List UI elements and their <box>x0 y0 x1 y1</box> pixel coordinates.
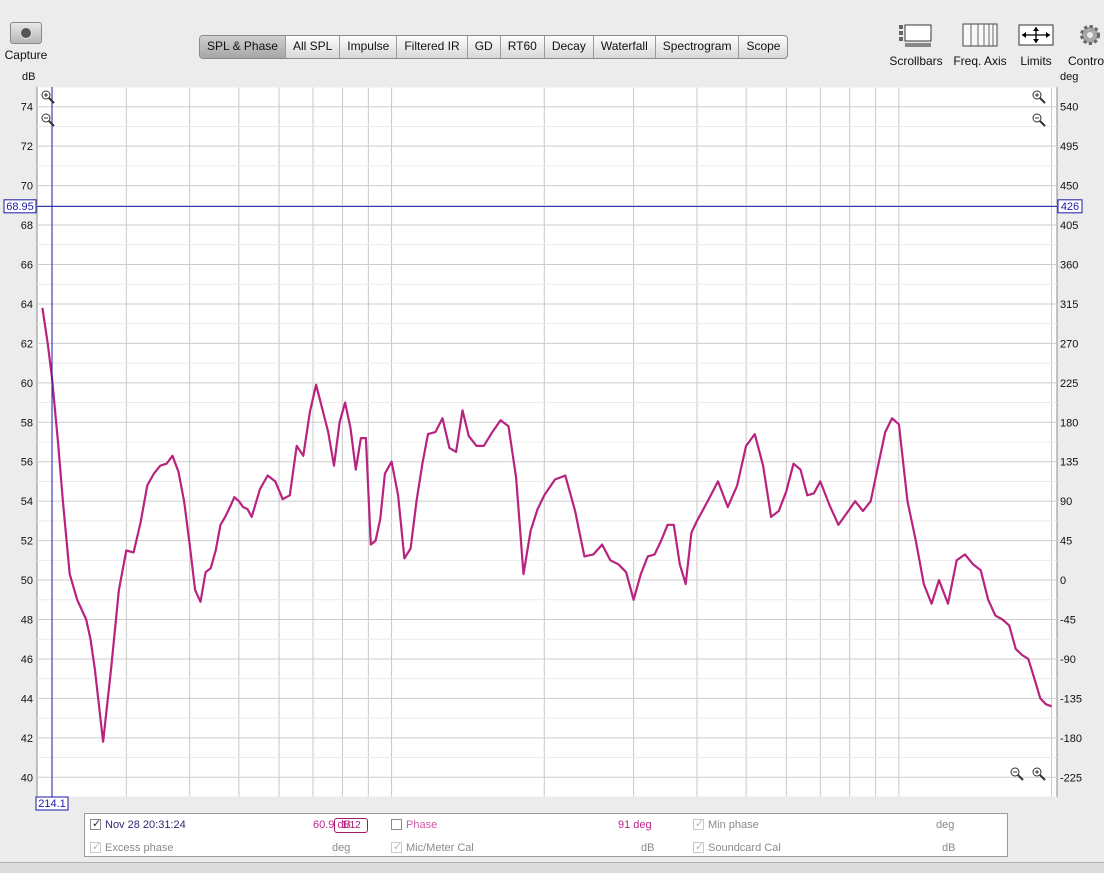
y-tick-label: 68 <box>21 220 33 232</box>
scrollbars-icon <box>899 24 932 47</box>
min-phase-entry[interactable]: Min phase <box>693 817 759 832</box>
y2-tick-label: 405 <box>1060 220 1078 232</box>
y-tick-label: 60 <box>21 378 33 390</box>
y-tick-label: 70 <box>21 181 33 193</box>
phase-entry[interactable]: Phase <box>391 818 437 832</box>
phase-value: 91 deg <box>618 819 652 831</box>
mic-cal-label: Mic/Meter Cal <box>406 842 474 854</box>
left-axis-unit: dB <box>22 71 36 83</box>
y-tick-label: 64 <box>21 299 33 311</box>
y-tick-label: 54 <box>21 496 33 508</box>
y2-tick-label: 90 <box>1060 496 1072 508</box>
min-phase-checkbox[interactable] <box>693 817 704 831</box>
camera-icon <box>10 22 42 44</box>
tab-filtered-ir[interactable]: Filtered IR <box>397 36 468 58</box>
y-tick-label: 50 <box>21 575 33 587</box>
excess-phase-entry[interactable]: Excess phase <box>90 840 174 855</box>
y-tick-label: 62 <box>21 338 33 350</box>
measurement-entry[interactable]: Nov 28 20:31:24 <box>90 817 186 832</box>
min-phase-unit: deg <box>936 819 955 831</box>
y-tick-label: 72 <box>21 141 33 153</box>
y-tick-label: 46 <box>21 654 33 666</box>
y2-tick-label: 495 <box>1060 141 1078 153</box>
y2-tick-label: 360 <box>1060 260 1078 272</box>
scrollbars-label: Scrollbars <box>889 54 943 68</box>
y-tick-label: 44 <box>21 693 33 705</box>
tab-rt60[interactable]: RT60 <box>501 36 545 58</box>
cursor-db-readout: 68.95 <box>6 201 34 213</box>
y2-tick-label: -225 <box>1060 772 1082 784</box>
y-tick-label: 42 <box>21 733 33 745</box>
controls-label: Contro <box>1068 54 1104 68</box>
soundcard-cal-checkbox[interactable] <box>693 840 704 854</box>
measurement-name: Nov 28 20:31:24 <box>105 819 186 831</box>
tab-impulse[interactable]: Impulse <box>340 36 398 58</box>
limits-icon <box>1018 24 1054 46</box>
limits-label: Limits <box>1020 54 1052 68</box>
y2-tick-label: -90 <box>1060 654 1076 666</box>
toolbar: Capture SPL & Phase All SPL Impulse Filtere… <box>0 0 1104 84</box>
freq-axis-label: Freq. Axis <box>953 54 1007 68</box>
tab-all-spl[interactable]: All SPL <box>286 36 341 58</box>
y2-tick-label: 0 <box>1060 575 1066 587</box>
mic-cal-entry[interactable]: Mic/Meter Cal <box>391 840 474 855</box>
y-tick-label: 48 <box>21 615 33 627</box>
soundcard-cal-label: Soundcard Cal <box>708 842 781 854</box>
tab-waterfall[interactable]: Waterfall <box>594 36 656 58</box>
soundcard-cal-unit: dB <box>942 842 956 854</box>
y-tick-label: 56 <box>21 457 33 469</box>
mic-cal-unit: dB <box>641 842 655 854</box>
tab-gd[interactable]: GD <box>468 36 501 58</box>
tab-spl-phase[interactable]: SPL & Phase <box>200 36 286 58</box>
y-tick-label: 74 <box>21 102 33 114</box>
view-tabs: SPL & Phase All SPL Impulse Filtered IR GD RT… <box>199 35 789 59</box>
gear-icon <box>1080 25 1100 45</box>
y2-tick-label: 135 <box>1060 457 1078 469</box>
tab-decay[interactable]: Decay <box>545 36 594 58</box>
measurement-checkbox[interactable] <box>90 817 101 831</box>
cursor-freq-readout: 214.1 <box>38 798 66 810</box>
status-strip <box>0 862 1104 873</box>
y-tick-label: 66 <box>21 260 33 272</box>
y2-tick-label: -45 <box>1060 615 1076 627</box>
y-tick-label: 58 <box>21 417 33 429</box>
soundcard-cal-entry[interactable]: Soundcard Cal <box>693 840 781 855</box>
mic-cal-checkbox[interactable] <box>391 840 402 854</box>
capture-button[interactable]: Capture <box>4 22 48 62</box>
legend-panel: Nov 28 20:31:24 1/12 60.9 dB Phase 91 de… <box>84 813 1008 857</box>
spl-phase-chart[interactable]: 40 42 44 46 48 50 52 54 56 58 60 62 64 66 68 70 72 74 -225… <box>0 84 1104 812</box>
tab-scope[interactable]: Scope <box>739 36 787 58</box>
excess-phase-unit: deg <box>332 842 351 854</box>
y2-tick-label: -135 <box>1060 693 1082 705</box>
min-phase-label: Min phase <box>708 819 759 831</box>
y2-tick-label: -180 <box>1060 733 1082 745</box>
excess-phase-label: Excess phase <box>105 842 174 854</box>
y2-tick-label: 45 <box>1060 536 1072 548</box>
limits-button[interactable]: Limits <box>1014 22 1058 68</box>
freq-axis-button[interactable]: Freq. Axis <box>952 22 1008 68</box>
cursor-deg-readout: 426 <box>1061 201 1079 213</box>
controls-button[interactable]: Contro <box>1068 22 1104 68</box>
y-tick-label: 52 <box>21 536 33 548</box>
freq-axis-icon <box>962 23 998 47</box>
y2-tick-label: 540 <box>1060 102 1078 114</box>
capture-label: Capture <box>4 48 48 62</box>
tab-spectrogram[interactable]: Spectrogram <box>656 36 740 58</box>
y2-tick-label: 315 <box>1060 299 1078 311</box>
scrollbars-button[interactable]: Scrollbars <box>888 22 944 68</box>
y2-tick-label: 270 <box>1060 338 1078 350</box>
y-tick-label: 40 <box>21 772 33 784</box>
spl-value: 60.9 dB <box>313 819 351 831</box>
right-axis-unit: deg <box>1060 71 1079 83</box>
phase-label: Phase <box>406 819 438 831</box>
y2-tick-label: 225 <box>1060 378 1078 390</box>
y2-tick-label: 450 <box>1060 181 1078 193</box>
phase-checkbox[interactable] <box>391 819 402 830</box>
excess-phase-checkbox[interactable] <box>90 840 101 854</box>
y2-tick-label: 180 <box>1060 417 1078 429</box>
